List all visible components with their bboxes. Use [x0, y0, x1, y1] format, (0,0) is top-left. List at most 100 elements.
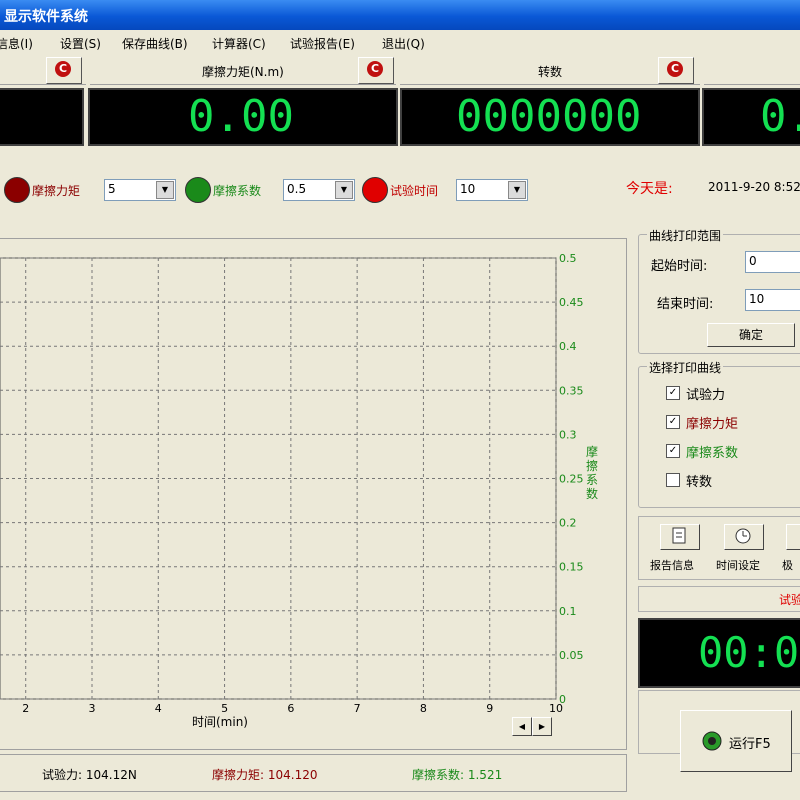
menu-test-report[interactable]: 试验报告(E) [290, 35, 355, 52]
checkbox-revolutions-label: 转数 [686, 475, 713, 490]
print-range-group: 曲线打印范围 起始时间: 0 结束时间: 10 确定 [638, 227, 800, 354]
time-indicator-icon [362, 177, 388, 203]
menu-calculator[interactable]: 计算器(C) [212, 35, 266, 52]
x-axis-label: 时间(min) [192, 715, 248, 729]
checkbox-test-force[interactable]: ✓ [666, 386, 680, 400]
display-right: 0. [702, 88, 800, 146]
menu-settings[interactable]: 设置(S) [60, 35, 101, 52]
arrow-left-icon: ◀ [518, 722, 526, 731]
y-right-tick-label: 0.5 [559, 252, 577, 265]
status-friction-coeff: 摩擦系数: 1.521 [412, 768, 503, 782]
torque-display-label: 摩擦力矩(N.m) [202, 65, 284, 79]
reset-button-torque[interactable]: C [358, 57, 394, 84]
reset-button-left[interactable]: C [46, 57, 82, 84]
report-info-button[interactable] [660, 524, 700, 550]
y-right-tick-label: 0.05 [559, 649, 584, 662]
reset-button-revolutions[interactable]: C [658, 57, 694, 84]
y-right-tick-label: 0.4 [559, 340, 577, 353]
timer-display: 00:0 [638, 618, 800, 688]
time-select[interactable]: 10 ▼ [456, 179, 528, 201]
end-time-value: 10 [749, 292, 765, 306]
torque-setting-label: 摩擦力矩 [32, 184, 81, 198]
extra-tool-button[interactable] [786, 524, 800, 550]
arrow-right-icon: ▶ [538, 722, 546, 731]
end-time-label: 结束时间: [657, 297, 714, 312]
torque-indicator-icon [4, 177, 30, 203]
revolutions-display-label: 转数 [538, 65, 563, 79]
y-right-tick-label: 0 [559, 693, 566, 706]
menu-save-curve[interactable]: 保存曲线(B) [122, 35, 188, 52]
y-right-tick-label: 0.3 [559, 428, 577, 441]
menu-info[interactable]: 信息(I) [0, 35, 33, 52]
reset-icon: C [55, 61, 71, 77]
x-tick-label: 2 [22, 702, 29, 715]
datetime-text: 2011-9-20 8:52:1 [708, 180, 800, 194]
start-time-input[interactable]: 0 [745, 251, 800, 273]
coeff-indicator-icon [185, 177, 211, 203]
display-torque: 0.00 [88, 88, 398, 146]
clock-icon [735, 528, 751, 544]
display-revolutions: 0000000 [400, 88, 700, 146]
torque-select-value: 5 [108, 182, 116, 196]
title-bar[interactable]: 显示软件系统 [0, 0, 800, 30]
time-set-button[interactable] [724, 524, 764, 550]
checkbox-friction-torque[interactable]: ✓ [666, 415, 680, 429]
menu-bar: 信息(I) 设置(S) 保存曲线(B) 计算器(C) 试验报告(E) 退出(Q) [0, 32, 800, 54]
display-left [0, 88, 84, 146]
scroll-left-button[interactable]: ◀ [512, 717, 532, 736]
x-tick-label: 9 [486, 702, 493, 715]
x-tick-label: 7 [354, 702, 361, 715]
y-axis-right-label: 摩擦系数 [586, 445, 599, 501]
print-range-title: 曲线打印范围 [647, 227, 724, 244]
window-title: 显示软件系统 [4, 9, 88, 25]
timer-value: 00:0 [698, 628, 800, 677]
y-right-tick-label: 0.1 [559, 605, 577, 618]
y-right-tick-label: 0.45 [559, 296, 584, 309]
chevron-down-icon[interactable]: ▼ [156, 181, 174, 199]
chevron-down-icon[interactable]: ▼ [508, 181, 526, 199]
extra-tool-label: 极 [782, 559, 793, 572]
confirm-button-label: 确定 [738, 328, 763, 342]
checkbox-revolutions[interactable] [666, 473, 680, 487]
display-right-value: 0. [760, 91, 800, 142]
coeff-select-value: 0.5 [287, 182, 307, 196]
confirm-button[interactable]: 确定 [707, 323, 795, 347]
time-select-value: 10 [460, 182, 476, 196]
checkbox-friction-coeff[interactable]: ✓ [666, 444, 680, 458]
reset-icon: C [667, 61, 683, 77]
display-header-right [704, 56, 800, 85]
coeff-select[interactable]: 0.5 ▼ [283, 179, 355, 201]
y-right-tick-label: 0.2 [559, 517, 577, 530]
display-header-left: C [0, 56, 86, 85]
start-time-value: 0 [749, 254, 757, 268]
revolutions-value: 0000000 [456, 91, 642, 142]
x-tick-label: 8 [420, 702, 427, 715]
reset-icon: C [367, 61, 383, 77]
scroll-right-button[interactable]: ▶ [532, 717, 552, 736]
time-setting-label: 试验时间 [390, 184, 439, 198]
menu-exit[interactable]: 退出(Q) [382, 35, 425, 52]
run-icon [702, 731, 722, 751]
time-set-label: 时间设定 [716, 559, 760, 572]
x-tick-label: 4 [155, 702, 162, 715]
torque-select[interactable]: 5 ▼ [104, 179, 176, 201]
end-time-input[interactable]: 10 [745, 289, 800, 311]
checkbox-test-force-label: 试验力 [686, 388, 726, 403]
y-right-tick-label: 0.35 [559, 384, 584, 397]
start-time-label: 起始时间: [651, 259, 708, 274]
curve-select-title: 选择打印曲线 [647, 359, 724, 376]
y-right-tick-label: 0.15 [559, 561, 584, 574]
chevron-down-icon[interactable]: ▼ [335, 181, 353, 199]
status-friction-torque: 摩擦力矩: 104.120 [212, 768, 318, 782]
timer-header: 试验 [638, 586, 800, 612]
status-test-force: 试验力: 104.12N [42, 768, 137, 782]
x-tick-label: 6 [287, 702, 294, 715]
chart: 2 3 4 5 6 7 8 9 1000.050.10.150.20.250.30.350.40… [0, 252, 584, 715]
y-right-tick-label: 0.25 [559, 473, 584, 486]
today-label: 今天是: [626, 181, 673, 197]
run-button-label: 运行F5 [729, 737, 771, 752]
report-icon [672, 527, 686, 544]
torque-value: 0.00 [188, 91, 294, 142]
chart-panel: 2 3 4 5 6 7 8 9 10 0 0.05 0.1 0.15 0.2 0.25 0.3 0.35 0.4 0… [0, 238, 627, 750]
x-tick-label: 3 [89, 702, 96, 715]
